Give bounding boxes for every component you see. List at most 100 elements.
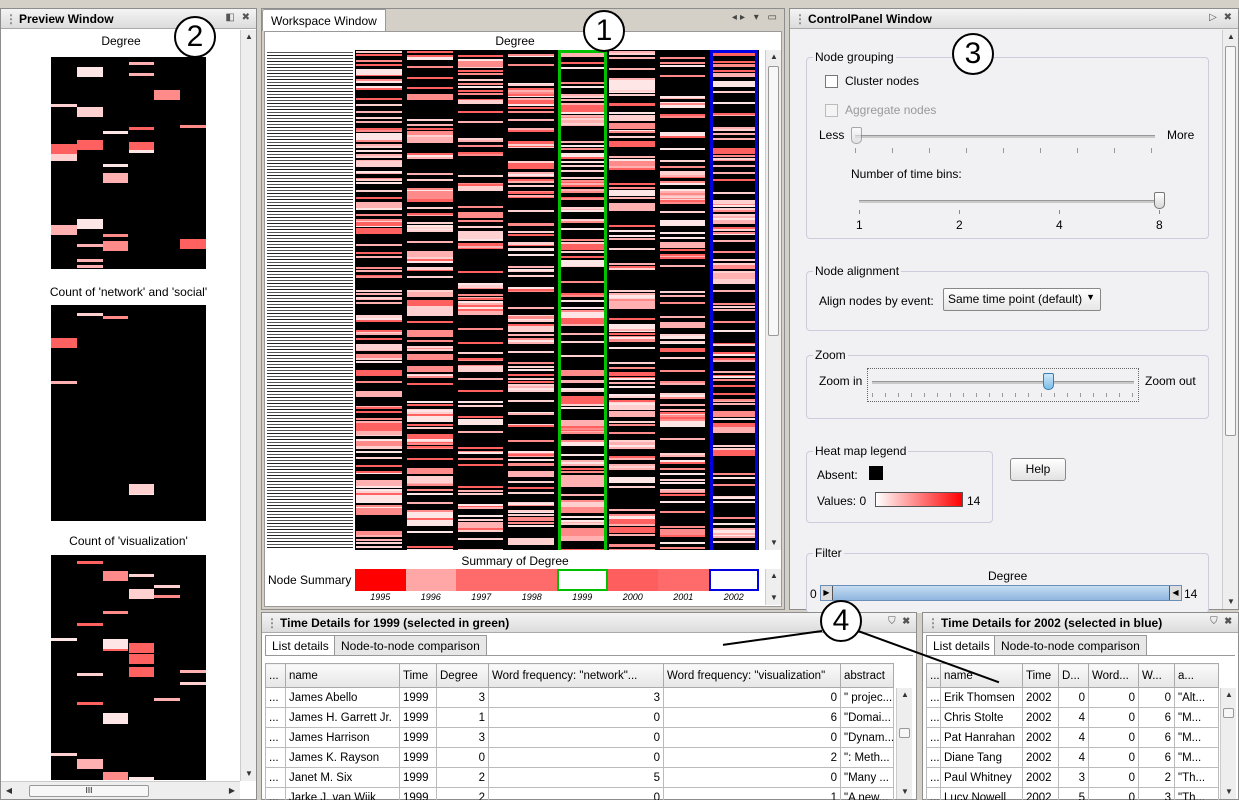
vscroll-thumb[interactable] — [1223, 708, 1234, 718]
aggregate-slider-knob[interactable] — [851, 127, 862, 144]
vscroll-thumb[interactable] — [768, 66, 779, 336]
workspace-vscrollbar[interactable]: ▲ ▼ — [765, 50, 781, 550]
scroll-down-icon[interactable]: ▼ — [1221, 785, 1237, 799]
column-header[interactable]: abstract — [840, 663, 894, 688]
scroll-down-icon[interactable]: ▼ — [766, 536, 782, 550]
dock-close-icons[interactable]: ⛉ ✖ — [888, 616, 912, 627]
vscroll-thumb[interactable] — [1225, 46, 1236, 436]
zoom-slider-knob[interactable] — [1043, 373, 1054, 390]
column-header[interactable]: name — [285, 663, 400, 688]
chevron-down-icon[interactable]: ▼ — [1086, 292, 1095, 302]
summary-cell[interactable] — [708, 569, 759, 591]
scroll-down-icon[interactable]: ▼ — [1223, 595, 1239, 609]
table-row[interactable]: ... James Abello 1999 3 3 0 " projec... — [265, 687, 894, 708]
time-bins-slider-track[interactable] — [859, 200, 1159, 203]
preview-heatmap-degree[interactable] — [51, 57, 206, 269]
time-details-2002-titlebar[interactable]: ⋮ Time Details for 2002 (selected in blue… — [923, 613, 1238, 633]
column-header[interactable]: ... — [926, 663, 941, 688]
grip-icon[interactable]: ⋮ — [927, 616, 939, 630]
help-button[interactable]: Help — [1010, 458, 1066, 481]
grip-icon[interactable]: ⋮ — [5, 12, 17, 26]
selected-column-1999[interactable] — [558, 50, 607, 550]
main-heatmap[interactable] — [355, 50, 759, 550]
table-row[interactable]: ... Erik Thomsen 2002 0 0 0 "Alt... — [926, 687, 1219, 708]
details-1999-vscrollbar[interactable]: ▲ ▼ — [896, 688, 912, 799]
scroll-up-icon[interactable]: ▲ — [766, 569, 782, 583]
workspace-nav-buttons[interactable]: ◂▸ ▾ ▭ — [732, 12, 780, 23]
details-2002-vscrollbar[interactable]: ▲ ▼ — [1220, 688, 1236, 799]
column-header[interactable]: Time — [1022, 663, 1059, 688]
tab-workspace[interactable]: Workspace Window — [262, 9, 386, 31]
dock-close-icons[interactable]: ⛉ ✖ — [1210, 616, 1234, 627]
selected-column-2002[interactable] — [709, 50, 758, 550]
column-header[interactable]: W... — [1138, 663, 1175, 688]
scroll-down-icon[interactable]: ▼ — [241, 767, 257, 781]
details-table-1999[interactable]: ... name Time Degree Word frequency: "networ… — [265, 663, 894, 800]
table-row[interactable]: ... Chris Stolte 2002 4 0 6 "M... — [926, 707, 1219, 728]
column-header[interactable]: Word... — [1088, 663, 1139, 688]
summary-cell[interactable] — [456, 569, 507, 591]
scroll-left-icon[interactable]: ◀ — [1, 784, 17, 798]
aggregate-slider-track[interactable] — [855, 135, 1155, 138]
details-table-2002[interactable]: ... name Time D... Word... W... a... ... Erik T… — [926, 663, 1219, 800]
summary-cell[interactable] — [658, 569, 709, 591]
preview-heatmap-network[interactable] — [51, 305, 206, 521]
scroll-up-icon[interactable]: ▲ — [897, 688, 913, 702]
tab-node-comparison[interactable]: Node-to-node comparison — [994, 635, 1147, 655]
table-row[interactable]: ... Lucy Nowell 2002 5 0 3 "Th... — [926, 787, 1219, 800]
hscroll-thumb[interactable]: III — [29, 785, 149, 797]
grip-icon[interactable]: ⋮ — [794, 12, 806, 26]
table-row[interactable]: ... James H. Garrett Jr. 1999 1 0 6 "Domai... — [265, 707, 894, 728]
filter-range-slider[interactable]: ▶ ◀ — [820, 585, 1182, 601]
preview-vscrollbar[interactable]: ▲ ▼ — [240, 30, 256, 781]
table-row[interactable]: ... Pat Hanrahan 2002 4 0 6 "M... — [926, 727, 1219, 748]
tab-node-comparison[interactable]: Node-to-node comparison — [334, 635, 487, 655]
column-header[interactable]: Time — [399, 663, 437, 688]
zoom-slider-track[interactable] — [872, 381, 1134, 384]
column-header[interactable]: a... — [1174, 663, 1219, 688]
scroll-down-icon[interactable]: ▼ — [897, 785, 913, 799]
preview-heatmap-visualization[interactable] — [51, 555, 206, 780]
summary-cell[interactable] — [506, 569, 557, 591]
preview-hscrollbar[interactable]: ◀ III ▶ — [1, 781, 240, 799]
summary-vscrollbar[interactable]: ▲ ▼ — [765, 569, 781, 605]
grip-icon[interactable]: ⋮ — [266, 616, 278, 630]
column-header[interactable]: D... — [1058, 663, 1089, 688]
summary-cell[interactable] — [355, 569, 406, 591]
filter-max-handle[interactable]: ◀ — [1169, 586, 1181, 600]
align-nodes-select[interactable]: Same time point (default) ▼ — [943, 288, 1101, 311]
aggregate-nodes-checkbox[interactable] — [825, 104, 838, 117]
controlpanel-titlebar[interactable]: ⋮ ControlPanel Window ▷ ✖ — [790, 9, 1238, 29]
tab-list-details[interactable]: List details — [926, 635, 997, 655]
summary-cell[interactable] — [405, 569, 456, 591]
time-bins-slider-knob[interactable] — [1154, 192, 1165, 209]
summary-cell[interactable] — [607, 569, 658, 591]
cluster-nodes-checkbox[interactable] — [825, 75, 838, 88]
table-row[interactable]: ... Diane Tang 2002 4 0 6 "M... — [926, 747, 1219, 768]
column-header[interactable]: ... — [265, 663, 286, 688]
zoom-slider-frame[interactable] — [867, 368, 1139, 402]
table-row[interactable]: ... Janet M. Six 1999 2 5 0 "Many ... — [265, 767, 894, 788]
scroll-right-icon[interactable]: ▶ — [224, 784, 240, 798]
scroll-down-icon[interactable]: ▼ — [766, 591, 782, 605]
table-row[interactable]: ... Jarke J. van Wijk 1999 2 0 1 "A new... — [265, 787, 894, 800]
vscroll-thumb[interactable] — [899, 728, 910, 738]
scroll-up-icon[interactable]: ▲ — [1221, 688, 1237, 702]
scroll-up-icon[interactable]: ▲ — [1223, 30, 1239, 44]
dock-close-icons[interactable]: ◧ ✖ — [225, 12, 252, 23]
summary-row[interactable] — [355, 569, 759, 591]
column-header[interactable]: Degree — [436, 663, 489, 688]
scroll-up-icon[interactable]: ▲ — [241, 30, 257, 44]
table-row[interactable]: ... James K. Rayson 1999 0 0 2 ": Meth... — [265, 747, 894, 768]
table-row[interactable]: ... James Harrison 1999 3 0 0 "Dynam... — [265, 727, 894, 748]
controlpanel-vscrollbar[interactable]: ▲ ▼ — [1222, 30, 1238, 609]
column-header[interactable]: Word frequency: "visualization" — [663, 663, 841, 688]
filter-min-handle[interactable]: ▶ — [821, 586, 833, 600]
scroll-up-icon[interactable]: ▲ — [766, 50, 782, 64]
dock-close-icons[interactable]: ▷ ✖ — [1209, 12, 1234, 23]
table-row[interactable]: ... Paul Whitney 2002 3 0 2 "Th... — [926, 767, 1219, 788]
preview-window-titlebar[interactable]: ⋮ Preview Window ◧ ✖ — [1, 9, 256, 29]
tab-list-details[interactable]: List details — [265, 635, 336, 655]
column-header[interactable]: Word frequency: "network"... — [488, 663, 664, 688]
summary-cell[interactable] — [557, 569, 608, 591]
